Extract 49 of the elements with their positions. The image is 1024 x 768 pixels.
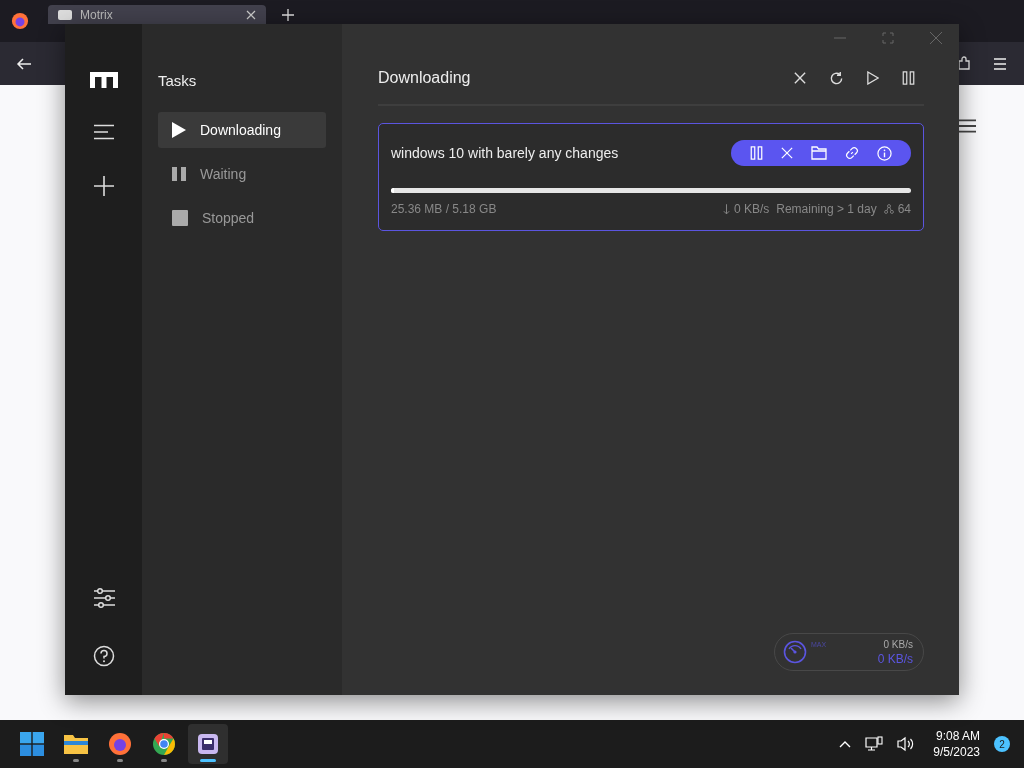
remaining-time: Remaining > 1 day [776, 202, 877, 216]
download-speed: 0 KB/s [733, 202, 770, 216]
back-icon[interactable] [16, 55, 32, 72]
app-icon [197, 733, 219, 755]
task-name: windows 10 with barely any changes [391, 145, 619, 161]
task-card[interactable]: windows 10 with barely any changes 25.36 MB / 5.18 GB 0 KB/s Remaining > 1 day 64 [378, 123, 924, 231]
windows-icon [20, 732, 44, 756]
play-icon[interactable] [867, 71, 879, 85]
new-tab-icon[interactable] [282, 9, 294, 21]
pause-icon [172, 166, 186, 182]
progress-text: 25.36 MB / 5.18 GB [391, 202, 497, 216]
page-title: Downloading [378, 69, 471, 87]
settings-icon[interactable] [92, 587, 115, 609]
play-icon [172, 122, 186, 138]
folder-icon[interactable] [811, 146, 827, 160]
browser-tab[interactable]: Motrix [48, 5, 266, 24]
upload-speed: 0 KB/s [883, 638, 913, 650]
download-speed: 0 KB/s [877, 651, 913, 666]
notification-badge[interactable]: 2 [994, 736, 1010, 752]
help-icon[interactable] [92, 645, 115, 667]
chevron-up-icon[interactable] [839, 740, 852, 748]
menu-icon [958, 117, 976, 135]
pause-icon[interactable] [902, 71, 915, 85]
connections-icon [883, 204, 894, 214]
download-icon [722, 203, 730, 215]
link-icon[interactable] [845, 146, 859, 160]
extension-icon[interactable] [956, 55, 972, 72]
gauge-icon [783, 640, 807, 664]
sidebar-item[interactable]: Stopped [158, 200, 326, 236]
sidebar-item[interactable]: Waiting [158, 156, 326, 192]
firefox-icon [108, 732, 132, 756]
logo-icon [89, 72, 118, 88]
taskbar-app[interactable] [188, 724, 228, 764]
chrome-icon [152, 732, 176, 756]
info-icon[interactable] [877, 145, 892, 161]
pause-icon[interactable] [750, 146, 763, 160]
firefox-icon[interactable] [11, 12, 29, 30]
sidebar-title: Tasks [158, 72, 198, 89]
folder-icon [64, 733, 88, 755]
stop-icon [172, 210, 188, 226]
menu-icon[interactable] [992, 55, 1008, 72]
clock[interactable]: 9:08 AM 9/5/2023 [933, 728, 980, 760]
refresh-icon[interactable] [829, 70, 844, 86]
menu-icon[interactable] [93, 124, 114, 140]
volume-icon[interactable] [897, 736, 916, 752]
sidebar-item[interactable]: Downloading [158, 112, 326, 148]
add-icon[interactable] [93, 176, 114, 196]
network-icon[interactable] [865, 736, 884, 752]
connections-count: 64 [897, 202, 911, 216]
